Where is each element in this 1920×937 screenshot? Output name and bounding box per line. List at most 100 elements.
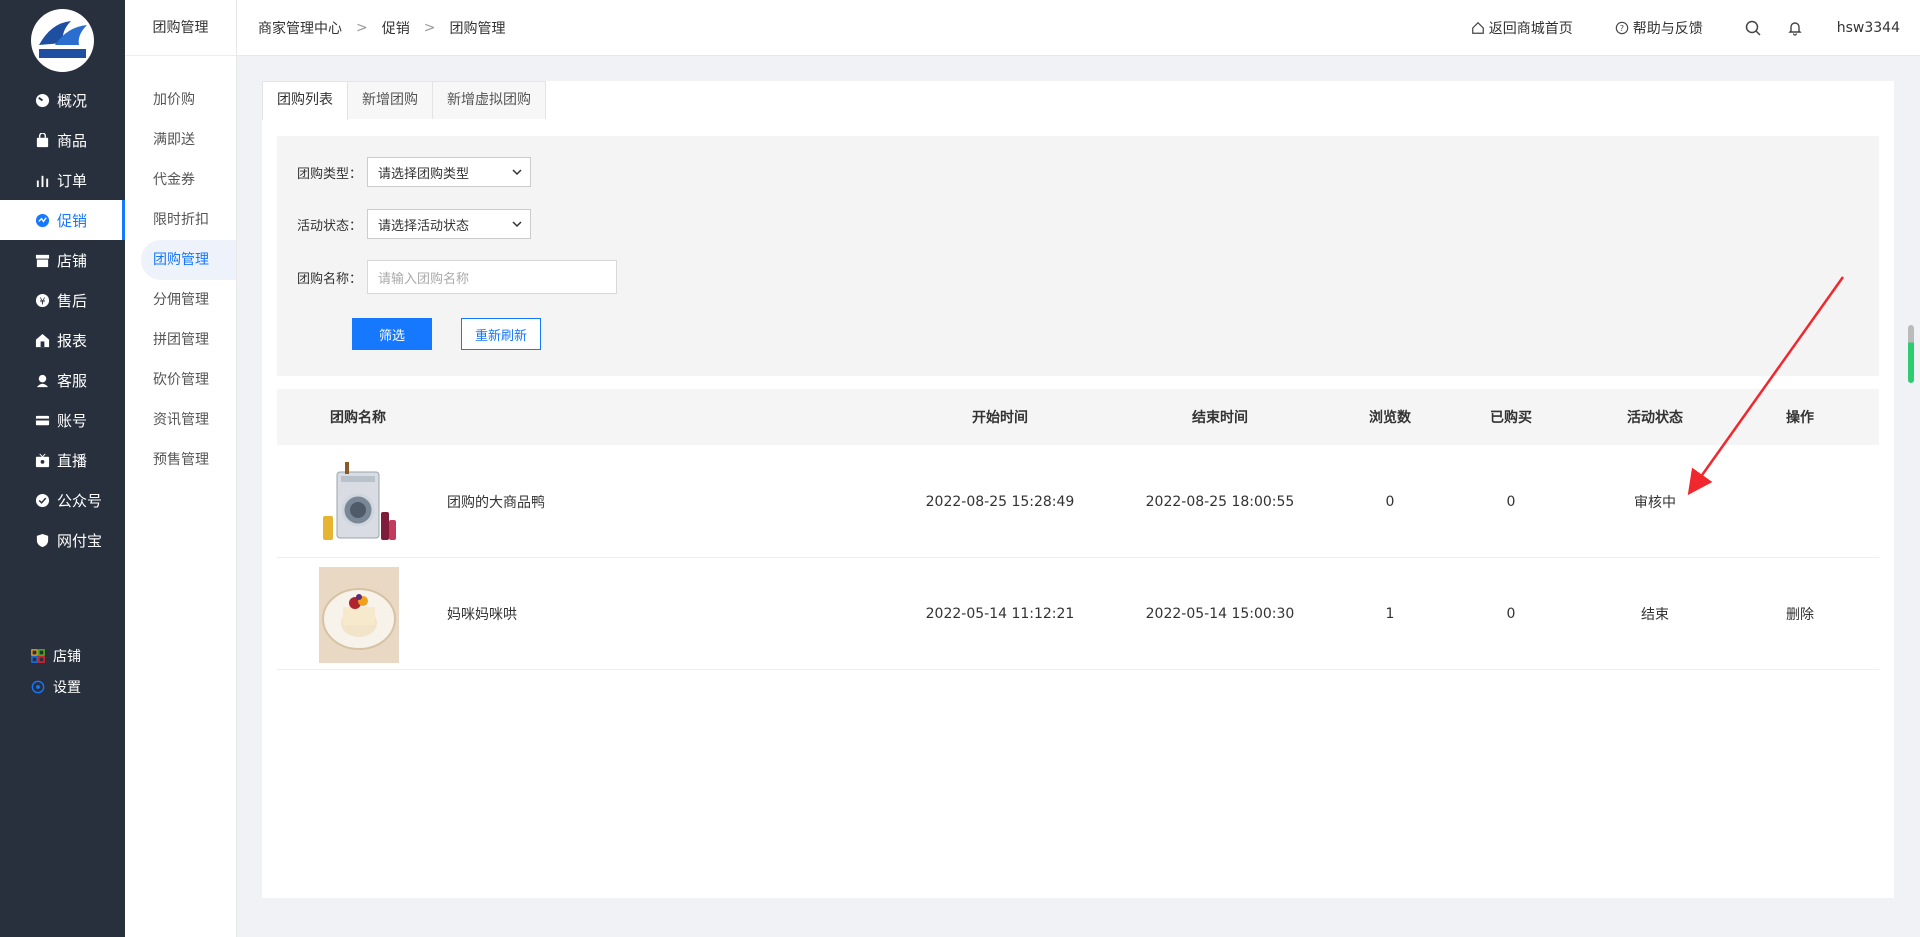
user-name[interactable]: hsw3344: [1837, 20, 1900, 36]
product-thumbnail-washer[interactable]: [319, 460, 399, 546]
sidebar-item-label: 订单: [57, 171, 88, 190]
breadcrumb-item-merchant-center[interactable]: 商家管理中心: [258, 18, 342, 38]
col-header-name: 团购名称: [330, 410, 386, 426]
row-status-badge: 结束: [1641, 607, 1669, 623]
filter-type-label: 团购类型：: [297, 166, 363, 182]
sidebar-item-label: 公众号: [57, 491, 103, 510]
sidebar-item-report[interactable]: 报表: [0, 320, 125, 360]
sidebar-item-account[interactable]: 账号: [0, 400, 125, 440]
sidebar-item-orders[interactable]: 订单: [0, 160, 125, 200]
sidebar-item-label: 店铺: [57, 251, 88, 270]
headset-icon: [33, 371, 51, 389]
top-header: 商家管理中心 > 促销 > 团购管理 返回商城首页 ? 帮助与反馈 hsw334…: [237, 0, 1920, 56]
group-buy-type-select[interactable]: 请选择团购类型: [367, 157, 531, 187]
subnav-item-news[interactable]: 资讯管理: [125, 400, 236, 440]
product-thumbnail-cake[interactable]: [319, 567, 399, 663]
row-name: 妈咪妈咪哄: [447, 607, 517, 623]
sidebar-item-overview[interactable]: 概况: [0, 80, 125, 120]
tab-group-buy-list[interactable]: 团购列表: [262, 81, 348, 120]
grid-icon: [29, 647, 47, 665]
live-icon: [33, 451, 51, 469]
col-header-bought: 已购买: [1490, 410, 1532, 426]
filter-row-type: 团购类型： 请选择团购类型: [297, 157, 531, 187]
row-end-time: 2022-05-14 15:00:30: [1145, 606, 1295, 622]
subnav-item-full-gift[interactable]: 满即送: [125, 120, 236, 160]
bag-icon: [33, 131, 51, 149]
sidebar-item-label: 网付宝: [57, 531, 103, 550]
group-buy-name-input[interactable]: 请输入团购名称: [367, 260, 617, 294]
subnav-item-flash-discount[interactable]: 限时折扣: [125, 200, 236, 240]
col-header-views: 浏览数: [1369, 410, 1411, 426]
sidebar-item-label: 概况: [57, 91, 88, 110]
settings-icon: [29, 678, 47, 696]
tab-add-group-buy[interactable]: 新增团购: [347, 81, 433, 119]
row-name: 团购的大商品鸭: [447, 495, 545, 511]
group-buy-name-placeholder: 请输入团购名称: [378, 271, 470, 287]
sidebar-item-label: 客服: [57, 371, 88, 390]
sidebar-item-label: 店铺: [53, 648, 81, 665]
help-link[interactable]: ? 帮助与反馈: [1615, 18, 1703, 38]
home-link[interactable]: 返回商城首页: [1471, 18, 1573, 38]
filter-button[interactable]: 筛选: [352, 318, 432, 350]
home-link-label: 返回商城首页: [1488, 21, 1573, 37]
subnav-item-bargain[interactable]: 砍价管理: [125, 360, 236, 400]
activity-status-select[interactable]: 请选择活动状态: [367, 209, 531, 239]
main-sidebar: 概况 商品 订单 促销 店铺 ¥ 售后 报表 客服 账号 直播 公众号 网付宝 …: [0, 0, 125, 937]
help-link-label: 帮助与反馈: [1632, 21, 1703, 37]
sub-sidebar: 团购管理 加价购 满即送 代金券 限时折扣 团购管理 分佣管理 拼团管理 砍价管…: [125, 0, 237, 937]
subnav-item-pintuan[interactable]: 拼团管理: [125, 320, 236, 360]
check-shield-icon: [33, 491, 51, 509]
sidebar-item-label: 设置: [53, 679, 81, 696]
sidebar-item-live[interactable]: 直播: [0, 440, 125, 480]
refresh-button[interactable]: 重新刷新: [461, 318, 541, 350]
breadcrumb-separator: >: [356, 20, 368, 36]
sidebar-item-label: 报表: [57, 331, 88, 350]
sidebar-bottom-store[interactable]: 店铺: [0, 640, 125, 671]
question-icon: ?: [1615, 21, 1629, 35]
table-header: 团购名称 开始时间 结束时间 浏览数 已购买 活动状态 操作: [277, 389, 1879, 445]
subnav-item-commission[interactable]: 分佣管理: [125, 280, 236, 320]
filter-name-label: 团购名称：: [297, 271, 363, 287]
col-header-start: 开始时间: [972, 410, 1028, 426]
sidebar-item-promotion[interactable]: 促销: [0, 200, 125, 240]
row-start-time: 2022-05-14 11:12:21: [925, 606, 1075, 622]
search-icon: [1745, 20, 1761, 36]
breadcrumb-separator: >: [423, 20, 436, 36]
tab-add-virtual-group-buy[interactable]: 新增虚拟团购: [432, 81, 546, 119]
col-header-status: 活动状态: [1627, 410, 1683, 426]
sidebar-item-customer-service[interactable]: 客服: [0, 360, 125, 400]
col-header-ops: 操作: [1786, 410, 1814, 426]
sidebar-item-wangfubao[interactable]: 网付宝: [0, 520, 125, 560]
sidebar-item-goods[interactable]: 商品: [0, 120, 125, 160]
home-icon: [1471, 21, 1484, 34]
sidebar-item-label: 账号: [57, 411, 88, 430]
sidebar-item-label: 售后: [57, 291, 88, 310]
svg-text:?: ?: [1620, 24, 1624, 33]
subnav-item-voucher[interactable]: 代金券: [125, 160, 236, 200]
sidebar-bottom-settings[interactable]: 设置: [0, 671, 125, 702]
subnav-item-add-price-buy[interactable]: 加价购: [125, 80, 236, 120]
chevron-down-icon: [512, 169, 522, 176]
col-header-end: 结束时间: [1192, 410, 1248, 426]
row-bought: 0: [1506, 606, 1516, 622]
row-views: 0: [1385, 494, 1395, 510]
brand-logo[interactable]: [31, 9, 94, 72]
bell-icon: [1788, 22, 1802, 36]
sidebar-item-official-account[interactable]: 公众号: [0, 480, 125, 520]
delete-button[interactable]: 删除: [1750, 558, 1850, 670]
sidebar-item-aftersale[interactable]: ¥ 售后: [0, 280, 125, 320]
sidebar-item-store[interactable]: 店铺: [0, 240, 125, 280]
subnav-item-group-buy[interactable]: 团购管理: [141, 240, 236, 280]
notification-button[interactable]: [1787, 20, 1803, 36]
service-icon: ¥: [33, 291, 51, 309]
table-row: 妈咪妈咪哄 2022-05-14 11:12:21 2022-05-14 15:…: [277, 558, 1879, 670]
subnav-item-presale[interactable]: 预售管理: [125, 440, 236, 480]
breadcrumb-item-promotion[interactable]: 促销: [382, 18, 410, 38]
card-icon: [33, 411, 51, 429]
table-row: 团购的大商品鸭 2022-08-25 15:28:49 2022-08-25 1…: [277, 446, 1879, 558]
search-button[interactable]: [1745, 20, 1761, 36]
breadcrumb-item-group-buy: 团购管理: [449, 21, 506, 37]
sidebar-item-label: 促销: [57, 211, 88, 230]
page-scrollbar[interactable]: [1908, 325, 1914, 383]
chevron-down-icon: [512, 221, 522, 228]
